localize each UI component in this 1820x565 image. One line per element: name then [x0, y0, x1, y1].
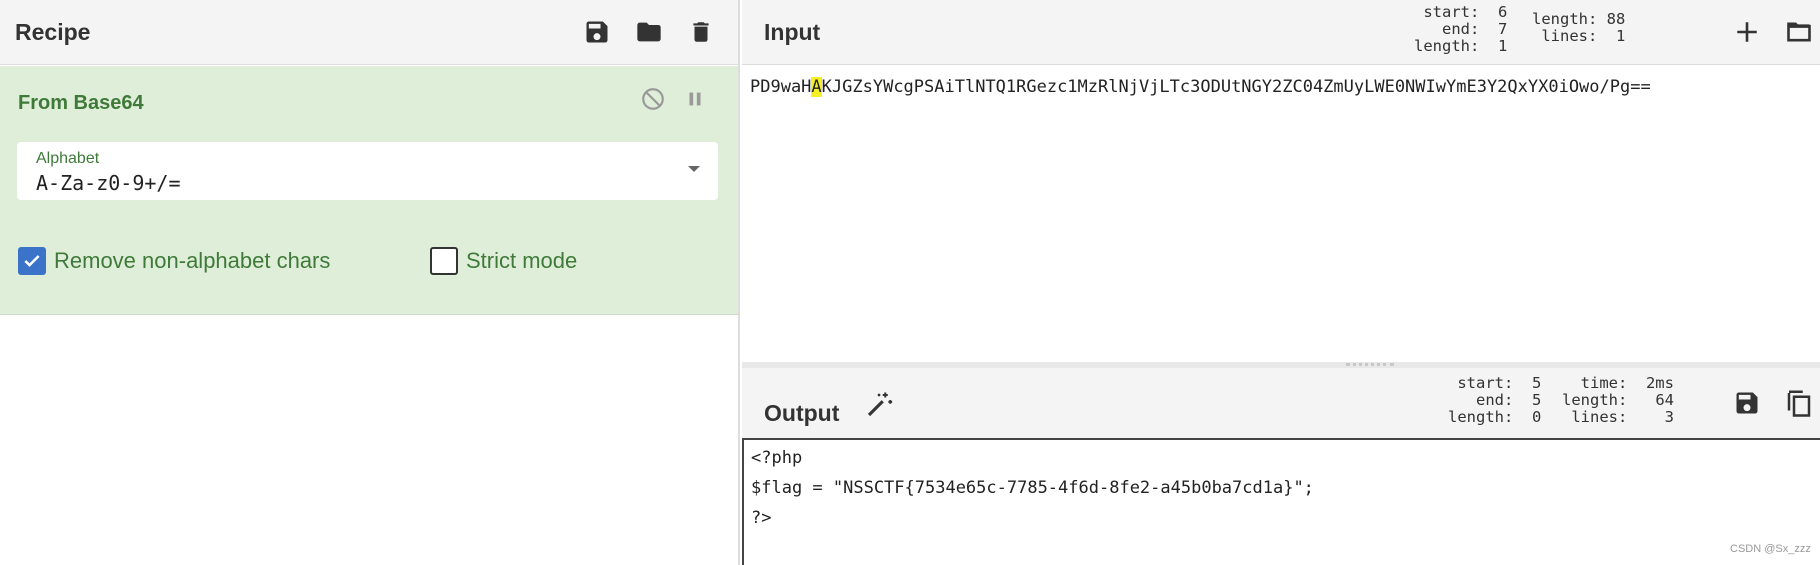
output-textarea[interactable]: <?php $flag = "NSSCTF{7534e65c-7785-4f6d…	[742, 438, 1820, 565]
alphabet-value: A-Za-z0-9+/=	[36, 171, 181, 195]
output-line: ?>	[751, 508, 772, 528]
input-length-stats: length: 88 lines: 1	[1532, 10, 1626, 45]
magic-wand-icon[interactable]	[864, 390, 894, 420]
output-info-stats: time: 2ms length: 64 lines: 3	[1562, 374, 1674, 426]
input-selection-stats: start: 6 end: 7 length: 1	[1414, 3, 1508, 55]
recipe-header: Recipe	[0, 0, 738, 65]
alphabet-select[interactable]: Alphabet A-Za-z0-9+/=	[17, 142, 718, 200]
strict-mode-checkbox[interactable]: Strict mode	[430, 247, 577, 275]
input-title: Input	[764, 18, 821, 45]
recipe-panel: Recipe From Base64 Alphabet A-Za-z0-9+/=…	[0, 0, 740, 565]
output-selection-stats: start: 5 end: 5 length: 0	[1448, 374, 1542, 426]
output-header: Output start: 5 end: 5 length: 0 time: 2…	[742, 368, 1820, 438]
save-output-icon[interactable]	[1732, 388, 1762, 418]
operation-name: From Base64	[18, 92, 144, 114]
checkbox-label: Remove non-alphabet chars	[54, 248, 331, 273]
selected-text: A	[811, 77, 822, 97]
input-header: Input start: 6 end: 7 length: 1 length: …	[742, 0, 1820, 65]
alphabet-label: Alphabet	[36, 150, 100, 167]
pause-icon[interactable]	[680, 84, 710, 114]
checkbox-label: Strict mode	[466, 248, 578, 273]
disable-icon[interactable]	[638, 84, 668, 114]
from-base64-operation[interactable]: From Base64 Alphabet A-Za-z0-9+/= Remove…	[0, 66, 738, 315]
folder-open-icon[interactable]	[1784, 17, 1814, 47]
checkbox-checked-icon	[18, 247, 46, 275]
copy-icon[interactable]	[1784, 388, 1814, 418]
trash-icon[interactable]	[686, 17, 716, 47]
plus-icon[interactable]	[1732, 17, 1762, 47]
output-line: $flag = "NSSCTF{7534e65c-7785-4f6d-8fe2-…	[751, 478, 1314, 498]
folder-icon[interactable]	[634, 17, 664, 47]
output-line: <?php	[751, 448, 803, 468]
output-title: Output	[764, 399, 840, 426]
remove-non-alphabet-checkbox[interactable]: Remove non-alphabet chars	[18, 247, 330, 275]
save-icon[interactable]	[582, 17, 612, 47]
chevron-down-icon	[688, 166, 700, 172]
watermark: CSDN @Sx_zzz	[1730, 543, 1811, 555]
recipe-title: Recipe	[15, 18, 91, 45]
input-textarea[interactable]: PD9waHAKJGZsYWcgPSAiTlNTQ1RGezc1MzRlNjVj…	[750, 77, 1651, 97]
checkbox-unchecked-icon	[430, 247, 458, 275]
